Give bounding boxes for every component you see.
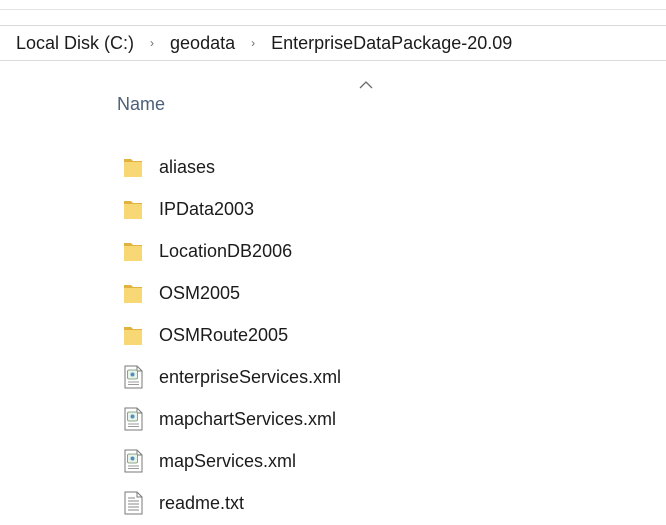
file-row-aliases[interactable]: aliases [121, 146, 461, 188]
folder-icon [124, 327, 142, 345]
file-name: aliases [159, 157, 216, 177]
xml-file-icon [124, 449, 143, 473]
address-bar[interactable]: Local Disk (C:) › geodata › EnterpriseDa… [0, 25, 666, 61]
breadcrumb-separator-icon[interactable]: › [246, 36, 260, 50]
text-file-icon [124, 491, 143, 515]
file-name: readme.txt [159, 493, 245, 513]
file-name: LocationDB2006 [159, 241, 293, 261]
folder-icon [124, 285, 142, 303]
file-row-osm2005[interactable]: OSM2005 [121, 272, 461, 314]
folder-icon [124, 243, 142, 261]
sort-ascending-icon [359, 81, 373, 89]
file-name: mapchartServices.xml [159, 409, 337, 429]
toolbar-divider [0, 9, 666, 10]
xml-file-icon [124, 407, 143, 431]
breadcrumb-enterprise-data-package[interactable]: EnterpriseDataPackage-20.09 [271, 32, 512, 54]
breadcrumb-separator-icon[interactable]: › [145, 36, 159, 50]
file-row-locationdb2006[interactable]: LocationDB2006 [121, 230, 461, 272]
column-header-name[interactable]: Name [117, 93, 165, 115]
file-row-readme-txt[interactable]: readme.txt [121, 482, 461, 524]
file-name: OSMRoute2005 [159, 325, 289, 345]
file-row-mapchart-services-xml[interactable]: mapchartServices.xml [121, 398, 461, 440]
breadcrumb: Local Disk (C:) › geodata › EnterpriseDa… [16, 32, 512, 54]
file-name: mapServices.xml [159, 451, 297, 471]
file-row-enterprise-services-xml[interactable]: enterpriseServices.xml [121, 356, 461, 398]
file-name: OSM2005 [159, 283, 241, 303]
xml-file-icon [124, 365, 143, 389]
file-row-osmroute2005[interactable]: OSMRoute2005 [121, 314, 461, 356]
file-row-ipdata2003[interactable]: IPData2003 [121, 188, 461, 230]
file-name: IPData2003 [159, 199, 255, 219]
folder-icon [124, 201, 142, 219]
file-row-map-services-xml[interactable]: mapServices.xml [121, 440, 461, 482]
file-list: aliases IPData2003 LocationDB2006 OSM200… [121, 146, 461, 524]
file-explorer-window: Local Disk (C:) › geodata › EnterpriseDa… [0, 0, 666, 525]
breadcrumb-geodata[interactable]: geodata [170, 32, 235, 54]
folder-icon [124, 159, 142, 177]
breadcrumb-local-disk[interactable]: Local Disk (C:) [16, 32, 134, 54]
file-name: enterpriseServices.xml [159, 367, 342, 387]
